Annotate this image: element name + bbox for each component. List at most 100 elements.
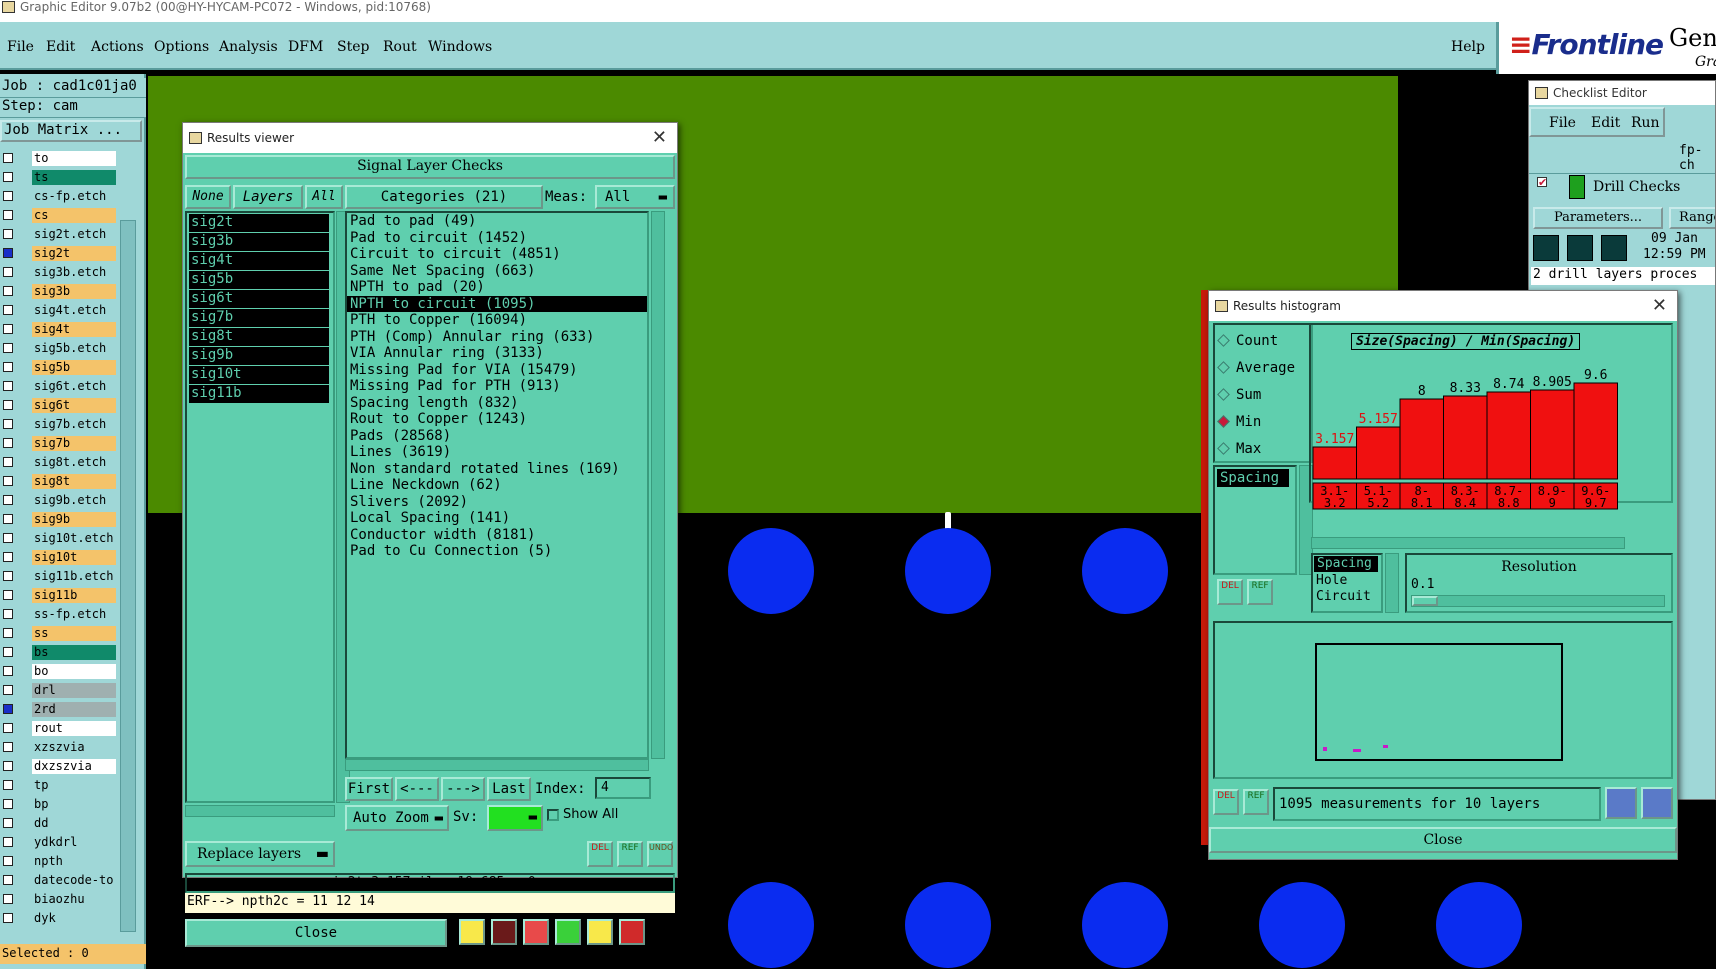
res-option-circuit[interactable]: Circuit bbox=[1313, 589, 1381, 605]
layer-checkbox[interactable] bbox=[3, 267, 13, 277]
layer-name[interactable]: sig7b bbox=[32, 436, 116, 451]
layer-list-hscroll[interactable] bbox=[185, 805, 335, 817]
result-layer-item[interactable]: sig8t bbox=[189, 328, 329, 346]
layer-checkbox[interactable] bbox=[3, 419, 13, 429]
layer-row[interactable]: sig11b bbox=[0, 587, 118, 603]
measure-list[interactable]: Spacing bbox=[1213, 465, 1297, 575]
delete-all-icon[interactable] bbox=[523, 919, 549, 945]
category-item[interactable]: Circuit to circuit (4851) bbox=[347, 246, 647, 263]
layer-checkbox[interactable] bbox=[3, 362, 13, 372]
layer-row[interactable]: dxzszvia bbox=[0, 758, 118, 774]
layer-row[interactable]: datecode-to bbox=[0, 872, 118, 888]
checklist-menu-run[interactable]: Run bbox=[1631, 115, 1660, 131]
layer-checkbox[interactable] bbox=[3, 704, 13, 714]
layer-name[interactable]: sig3b.etch bbox=[32, 265, 116, 280]
layer-checkbox[interactable] bbox=[3, 324, 13, 334]
layer-checkbox[interactable] bbox=[3, 552, 13, 562]
layer-row[interactable]: npth bbox=[0, 853, 118, 869]
run-icon[interactable] bbox=[1533, 235, 1559, 261]
layer-checkbox[interactable] bbox=[3, 685, 13, 695]
ref-button[interactable]: REF bbox=[1247, 579, 1273, 605]
layer-checkbox[interactable] bbox=[3, 476, 13, 486]
next-button[interactable]: ---> bbox=[441, 777, 485, 801]
erase-icon[interactable] bbox=[491, 919, 517, 945]
layer-checkbox[interactable] bbox=[3, 305, 13, 315]
layer-row[interactable]: ydkdrl bbox=[0, 834, 118, 850]
menu-help[interactable]: Help bbox=[1451, 39, 1485, 55]
layer-row[interactable]: bo bbox=[0, 663, 118, 679]
layer-name[interactable]: sig6t.etch bbox=[32, 379, 116, 394]
mode-min-radio[interactable]: Min bbox=[1217, 414, 1261, 430]
layer-checkbox[interactable] bbox=[3, 761, 13, 771]
drill-checks-label[interactable]: Drill Checks bbox=[1593, 179, 1680, 195]
menu-analysis[interactable]: Analysis bbox=[219, 39, 278, 55]
pad[interactable] bbox=[1082, 882, 1168, 968]
prev-button[interactable]: <--- bbox=[395, 777, 439, 801]
layer-checkbox[interactable] bbox=[3, 248, 13, 258]
undo-button[interactable]: UNDO bbox=[647, 841, 673, 867]
layer-name[interactable]: sig6t bbox=[32, 398, 116, 413]
results-close-button[interactable]: Close bbox=[185, 919, 447, 947]
menu-windows[interactable]: Windows bbox=[428, 39, 492, 55]
category-item[interactable]: Non standard rotated lines (169) bbox=[347, 461, 647, 478]
layer-checkbox[interactable] bbox=[3, 191, 13, 201]
layer-name[interactable]: sig9b.etch bbox=[32, 493, 116, 508]
layer-name[interactable]: datecode-to bbox=[32, 873, 116, 888]
layer-checkbox[interactable] bbox=[3, 533, 13, 543]
layer-row[interactable]: sig6t bbox=[0, 397, 118, 413]
layer-checkbox[interactable] bbox=[3, 343, 13, 353]
filter-icon[interactable] bbox=[555, 919, 581, 945]
category-item[interactable]: Local Spacing (141) bbox=[347, 510, 647, 527]
del-button[interactable]: DEL bbox=[587, 841, 613, 867]
layer-checkbox[interactable] bbox=[3, 438, 13, 448]
layer-name[interactable]: sig5b bbox=[32, 360, 116, 375]
layer-name[interactable]: xzszvia bbox=[32, 740, 116, 755]
layer-row[interactable]: sig4t.etch bbox=[0, 302, 118, 318]
first-button[interactable]: First bbox=[345, 777, 393, 801]
layer-row[interactable]: sig11b.etch bbox=[0, 568, 118, 584]
layer-checkbox[interactable] bbox=[3, 799, 13, 809]
resolution-slider-handle[interactable] bbox=[1412, 596, 1438, 606]
layer-name[interactable]: drl bbox=[32, 683, 116, 698]
mode-average-radio[interactable]: Average bbox=[1217, 360, 1295, 376]
layer-row[interactable]: 2rd bbox=[0, 701, 118, 717]
layer-checkbox[interactable] bbox=[3, 609, 13, 619]
layer-checkbox[interactable] bbox=[3, 286, 13, 296]
layer-row[interactable]: sig5b bbox=[0, 359, 118, 375]
layer-results-list[interactable]: sig2t sig3b sig4t sig5b sig6t sig7b sig8t sig9b… bbox=[185, 211, 335, 803]
layer-name[interactable]: tp bbox=[32, 778, 116, 793]
layer-checkbox[interactable] bbox=[3, 381, 13, 391]
result-layer-item[interactable]: sig6t bbox=[189, 290, 329, 308]
histogram-bar[interactable] bbox=[1399, 398, 1444, 480]
layer-row[interactable]: biaozhu bbox=[0, 891, 118, 907]
layer-name[interactable]: sig9b bbox=[32, 512, 116, 527]
layer-checkbox[interactable] bbox=[3, 153, 13, 163]
pad[interactable] bbox=[728, 882, 814, 968]
layer-row[interactable]: drl bbox=[0, 682, 118, 698]
mode-sum-radio[interactable]: Sum bbox=[1217, 387, 1261, 403]
category-item[interactable]: Slivers (2092) bbox=[347, 494, 647, 511]
resolution-slider[interactable] bbox=[1411, 595, 1665, 607]
layer-name[interactable]: dd bbox=[32, 816, 116, 831]
layer-name[interactable]: to bbox=[32, 151, 116, 166]
checklist-menu-file[interactable]: File bbox=[1549, 115, 1576, 131]
histogram-close-button[interactable]: Close bbox=[1209, 827, 1677, 853]
result-layer-item[interactable]: sig9b bbox=[189, 347, 329, 365]
layer-name[interactable]: sig2t.etch bbox=[32, 227, 116, 242]
zoom-fit-icon[interactable] bbox=[1605, 787, 1637, 819]
layer-row[interactable]: sig10t bbox=[0, 549, 118, 565]
layer-row[interactable]: sig10t.etch bbox=[0, 530, 118, 546]
category-item[interactable]: Missing Pad for VIA (15479) bbox=[347, 362, 647, 379]
pad[interactable] bbox=[1436, 882, 1522, 968]
layer-checkbox[interactable] bbox=[3, 742, 13, 752]
layer-checkbox[interactable] bbox=[3, 590, 13, 600]
menu-edit[interactable]: Edit bbox=[46, 39, 75, 55]
layer-name[interactable]: bp bbox=[32, 797, 116, 812]
result-layer-item[interactable]: sig5b bbox=[189, 271, 329, 289]
layer-row[interactable]: rout bbox=[0, 720, 118, 736]
layer-row[interactable]: sig3b.etch bbox=[0, 264, 118, 280]
layer-name[interactable]: npth bbox=[32, 854, 116, 869]
show-all-checkbox[interactable] bbox=[547, 809, 559, 821]
layer-checkbox[interactable] bbox=[3, 495, 13, 505]
pad[interactable] bbox=[905, 528, 991, 614]
